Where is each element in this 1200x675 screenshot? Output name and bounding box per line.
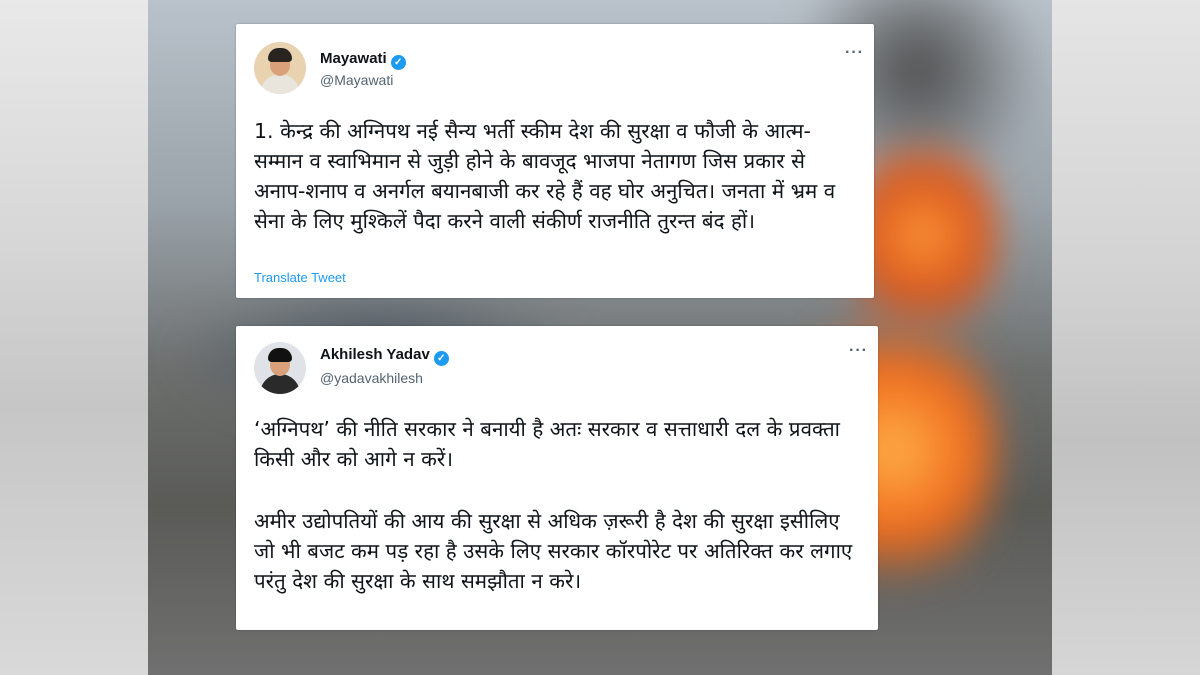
tweet-card-mayawati[interactable]: Mayawati ✓ @Mayawati ··· 1. केन्द्र की अग… (236, 24, 874, 298)
tweet-paragraph: अमीर उद्योपतियों की आय की सुरक्षा से अधि… (254, 509, 853, 593)
tweet-card-akhilesh[interactable]: Akhilesh Yadav ✓ @yadavakhilesh ··· ‘अग्न… (236, 326, 878, 630)
avatar[interactable] (254, 342, 306, 394)
left-blurred-border (0, 0, 148, 675)
author-handle[interactable]: @yadavakhilesh (320, 370, 423, 386)
author-name-text[interactable]: Mayawati (320, 50, 387, 67)
author-name[interactable]: Mayawati ✓ (320, 50, 406, 70)
more-options-icon[interactable]: ··· (849, 342, 868, 360)
tweet-paragraph: ‘अग्निपथ’ की नीति सरकार ने बनायी है अतः … (254, 417, 840, 471)
tweet-text: 1. केन्द्र की अग्निपथ नई सैन्य भर्ती स्क… (254, 119, 836, 233)
verified-badge-icon: ✓ (433, 351, 449, 366)
translate-tweet-link[interactable]: Translate Tweet (254, 270, 346, 285)
author-name[interactable]: Akhilesh Yadav ✓ (320, 346, 449, 366)
avatar[interactable] (254, 42, 306, 94)
author-name-text[interactable]: Akhilesh Yadav (320, 346, 430, 363)
author-handle[interactable]: @Mayawati (320, 72, 393, 88)
verified-badge-icon: ✓ (390, 55, 406, 70)
more-options-icon[interactable]: ··· (845, 44, 864, 62)
right-blurred-border (1052, 0, 1200, 675)
